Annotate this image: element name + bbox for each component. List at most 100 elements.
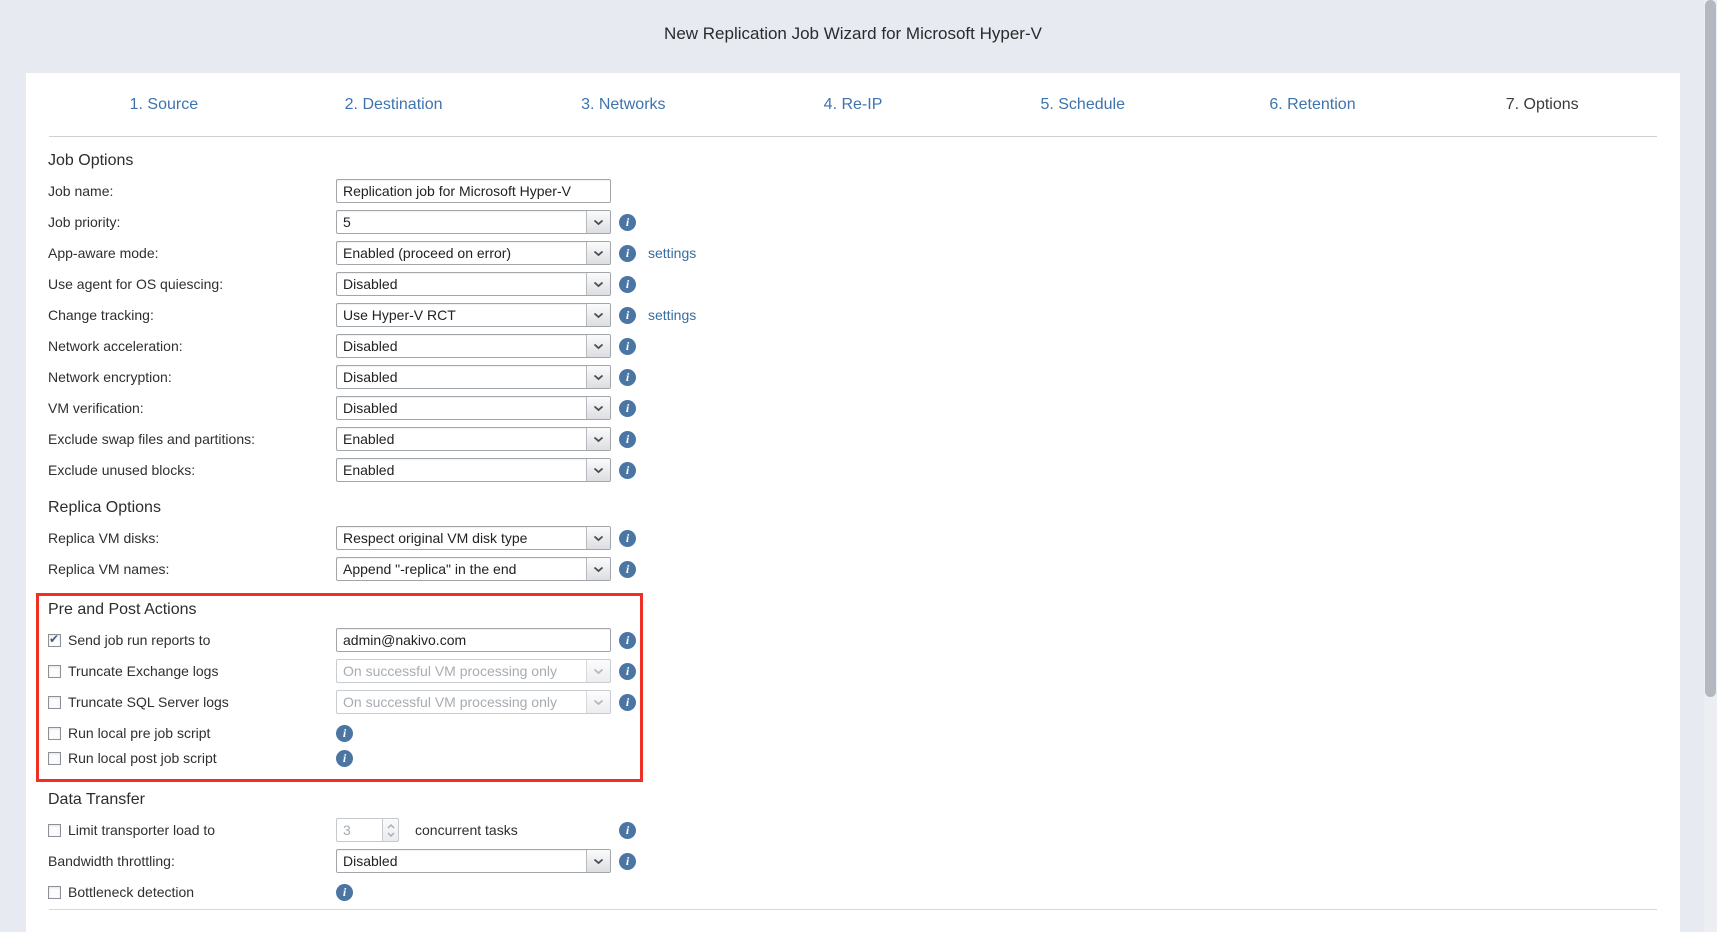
info-icon[interactable]: i [336, 725, 353, 742]
send-reports-label: Send job run reports to [68, 632, 210, 648]
form-row-os-quiescing: Use agent for OS quiescing: Disabled i [48, 272, 1680, 296]
limit-transporter-checkbox[interactable] [48, 824, 61, 837]
chevron-down-icon[interactable] [586, 211, 610, 233]
info-icon[interactable]: i [619, 307, 636, 324]
chevron-down-icon [586, 660, 610, 682]
form-row-exclude-swap: Exclude swap files and partitions: Enabl… [48, 427, 1680, 451]
info-icon[interactable]: i [619, 822, 636, 839]
bandwidth-throttling-select[interactable]: Disabled [336, 849, 611, 873]
chevron-down-icon[interactable] [586, 527, 610, 549]
truncate-sql-checkbox[interactable] [48, 696, 61, 709]
replica-vm-disks-select[interactable]: Respect original VM disk type [336, 526, 611, 550]
pre-job-script-checkbox[interactable] [48, 727, 61, 740]
chevron-down-icon [586, 691, 610, 713]
info-icon[interactable]: i [619, 369, 636, 386]
info-icon[interactable]: i [619, 561, 636, 578]
select-value: Disabled [337, 369, 586, 385]
post-job-script-label: Run local post job script [68, 750, 217, 766]
info-icon[interactable]: i [336, 750, 353, 767]
replica-vm-names-label: Replica VM names: [48, 561, 336, 577]
job-priority-select[interactable]: 5 [336, 210, 611, 234]
form-row-truncate-sql: Truncate SQL Server logs On successful V… [48, 690, 640, 714]
info-icon[interactable]: i [619, 632, 636, 649]
info-icon[interactable]: i [619, 245, 636, 262]
wizard-steps: 1. Source 2. Destination 3. Networks 4. … [49, 73, 1657, 136]
info-icon[interactable]: i [619, 276, 636, 293]
section-heading-pre-post-actions: Pre and Post Actions [48, 600, 640, 619]
form-row-truncate-exchange: Truncate Exchange logs On successful VM … [48, 659, 640, 683]
select-value: Disabled [337, 853, 586, 869]
app-aware-mode-select[interactable]: Enabled (proceed on error) [336, 241, 611, 265]
chevron-down-icon[interactable] [586, 273, 610, 295]
network-acceleration-select[interactable]: Disabled [336, 334, 611, 358]
replica-vm-names-select[interactable]: Append "-replica" in the end [336, 557, 611, 581]
replica-vm-disks-label: Replica VM disks: [48, 530, 336, 546]
info-icon[interactable]: i [619, 694, 636, 711]
options-form: Job Options Job name: Job priority: 5 i … [26, 151, 1680, 904]
truncate-sql-label: Truncate SQL Server logs [68, 694, 229, 710]
info-icon[interactable]: i [336, 884, 353, 901]
info-icon[interactable]: i [619, 853, 636, 870]
exclude-unused-select[interactable]: Enabled [336, 458, 611, 482]
chevron-down-icon[interactable] [586, 397, 610, 419]
info-icon[interactable]: i [619, 462, 636, 479]
chevron-down-icon [387, 832, 395, 837]
info-icon[interactable]: i [619, 663, 636, 680]
footer-divider [49, 909, 1657, 910]
chevron-down-icon[interactable] [586, 242, 610, 264]
job-priority-label: Job priority: [48, 214, 336, 230]
info-icon[interactable]: i [619, 338, 636, 355]
truncate-exchange-checkbox[interactable] [48, 665, 61, 678]
chevron-down-icon[interactable] [586, 558, 610, 580]
exclude-swap-select[interactable]: Enabled [336, 427, 611, 451]
form-row-change-tracking: Change tracking: Use Hyper-V RCT i setti… [48, 303, 1680, 327]
network-encryption-select[interactable]: Disabled [336, 365, 611, 389]
post-job-script-checkbox[interactable] [48, 752, 61, 765]
chevron-down-icon[interactable] [586, 366, 610, 388]
step-retention[interactable]: 6. Retention [1198, 96, 1428, 114]
form-row-post-job-script: Run local post job script i [48, 746, 640, 770]
exclude-unused-label: Exclude unused blocks: [48, 462, 336, 478]
send-reports-checkbox[interactable] [48, 634, 61, 647]
bottleneck-detection-checkbox-group: Bottleneck detection [48, 884, 336, 900]
send-reports-checkbox-group: Send job run reports to [48, 632, 336, 648]
chevron-down-icon[interactable] [586, 428, 610, 450]
step-options[interactable]: 7. Options [1427, 96, 1657, 114]
form-row-job-name: Job name: [48, 179, 1680, 203]
wizard-title: New Replication Job Wizard for Microsoft… [26, 24, 1680, 44]
concurrent-tasks-stepper: 3 [336, 818, 399, 842]
report-email-input[interactable] [336, 628, 611, 652]
chevron-down-icon[interactable] [586, 335, 610, 357]
step-networks[interactable]: 3. Networks [508, 96, 738, 114]
select-value: 5 [337, 214, 586, 230]
bottleneck-detection-checkbox[interactable] [48, 886, 61, 899]
form-row-send-reports: Send job run reports to i [48, 628, 640, 652]
chevron-down-icon[interactable] [586, 850, 610, 872]
info-icon[interactable]: i [619, 400, 636, 417]
transporter-load-field: 3 concurrent tasks [336, 818, 611, 842]
chevron-down-icon[interactable] [586, 459, 610, 481]
select-value: Disabled [337, 400, 586, 416]
vm-verification-select[interactable]: Disabled [336, 396, 611, 420]
os-quiescing-select[interactable]: Disabled [336, 272, 611, 296]
scrollbar-thumb[interactable] [1705, 0, 1716, 697]
chevron-up-icon [387, 824, 395, 829]
job-name-input[interactable] [336, 179, 611, 203]
info-icon[interactable]: i [619, 530, 636, 547]
exclude-swap-label: Exclude swap files and partitions: [48, 431, 336, 447]
form-row-pre-job-script: Run local pre job script i [48, 721, 640, 745]
change-tracking-settings-link[interactable]: settings [648, 307, 696, 323]
info-icon[interactable]: i [619, 214, 636, 231]
info-icon[interactable]: i [619, 431, 636, 448]
select-value: Append "-replica" in the end [337, 561, 586, 577]
step-source[interactable]: 1. Source [49, 96, 279, 114]
annotation-highlight-box: Pre and Post Actions Send job run report… [36, 593, 643, 782]
pre-job-script-checkbox-group: Run local pre job script [48, 725, 336, 741]
chevron-down-icon[interactable] [586, 304, 610, 326]
step-re-ip[interactable]: 4. Re-IP [738, 96, 968, 114]
change-tracking-select[interactable]: Use Hyper-V RCT [336, 303, 611, 327]
network-acceleration-label: Network acceleration: [48, 338, 336, 354]
step-schedule[interactable]: 5. Schedule [968, 96, 1198, 114]
step-destination[interactable]: 2. Destination [279, 96, 509, 114]
app-aware-settings-link[interactable]: settings [648, 245, 696, 261]
